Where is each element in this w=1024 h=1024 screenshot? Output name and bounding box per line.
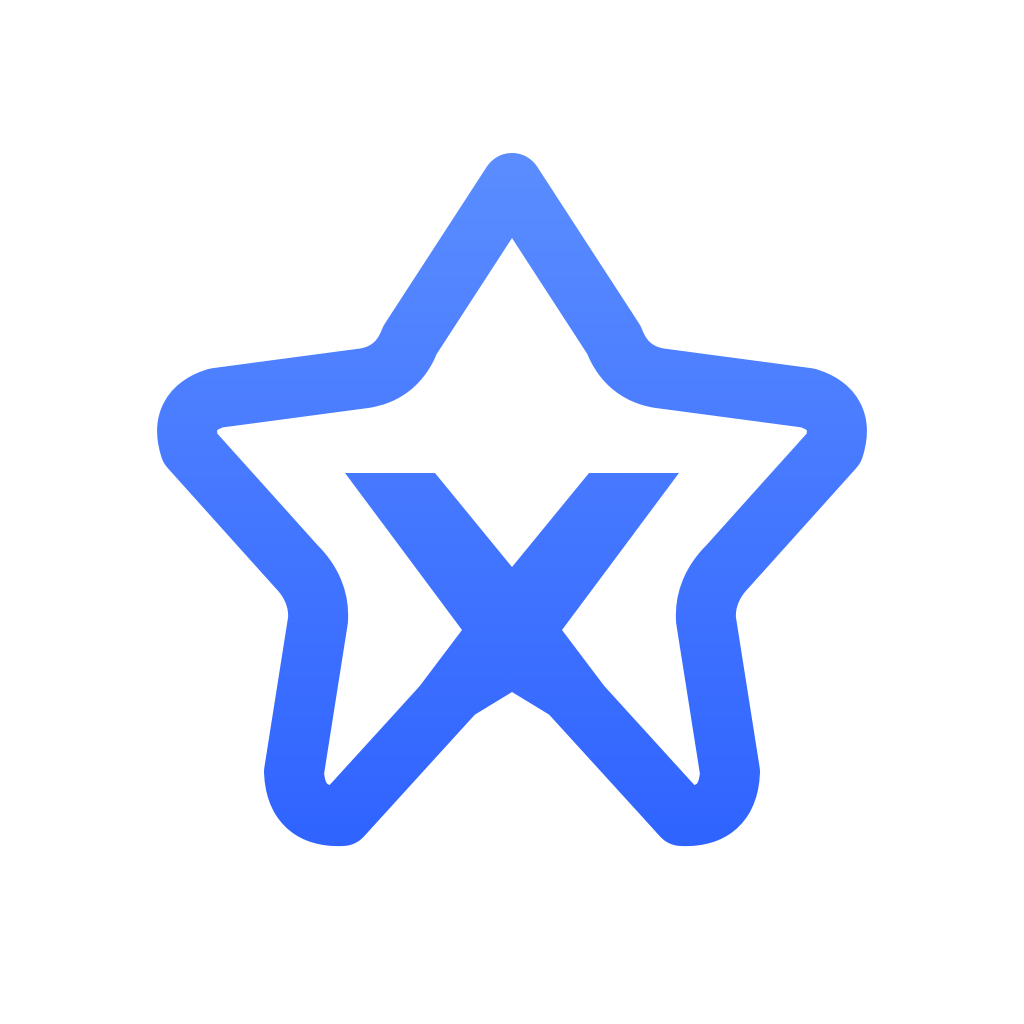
app-icon-canvas (0, 0, 1024, 1024)
star-x-logo-icon (157, 153, 867, 847)
letter-x-mark (345, 473, 679, 784)
star-outline (157, 153, 867, 847)
